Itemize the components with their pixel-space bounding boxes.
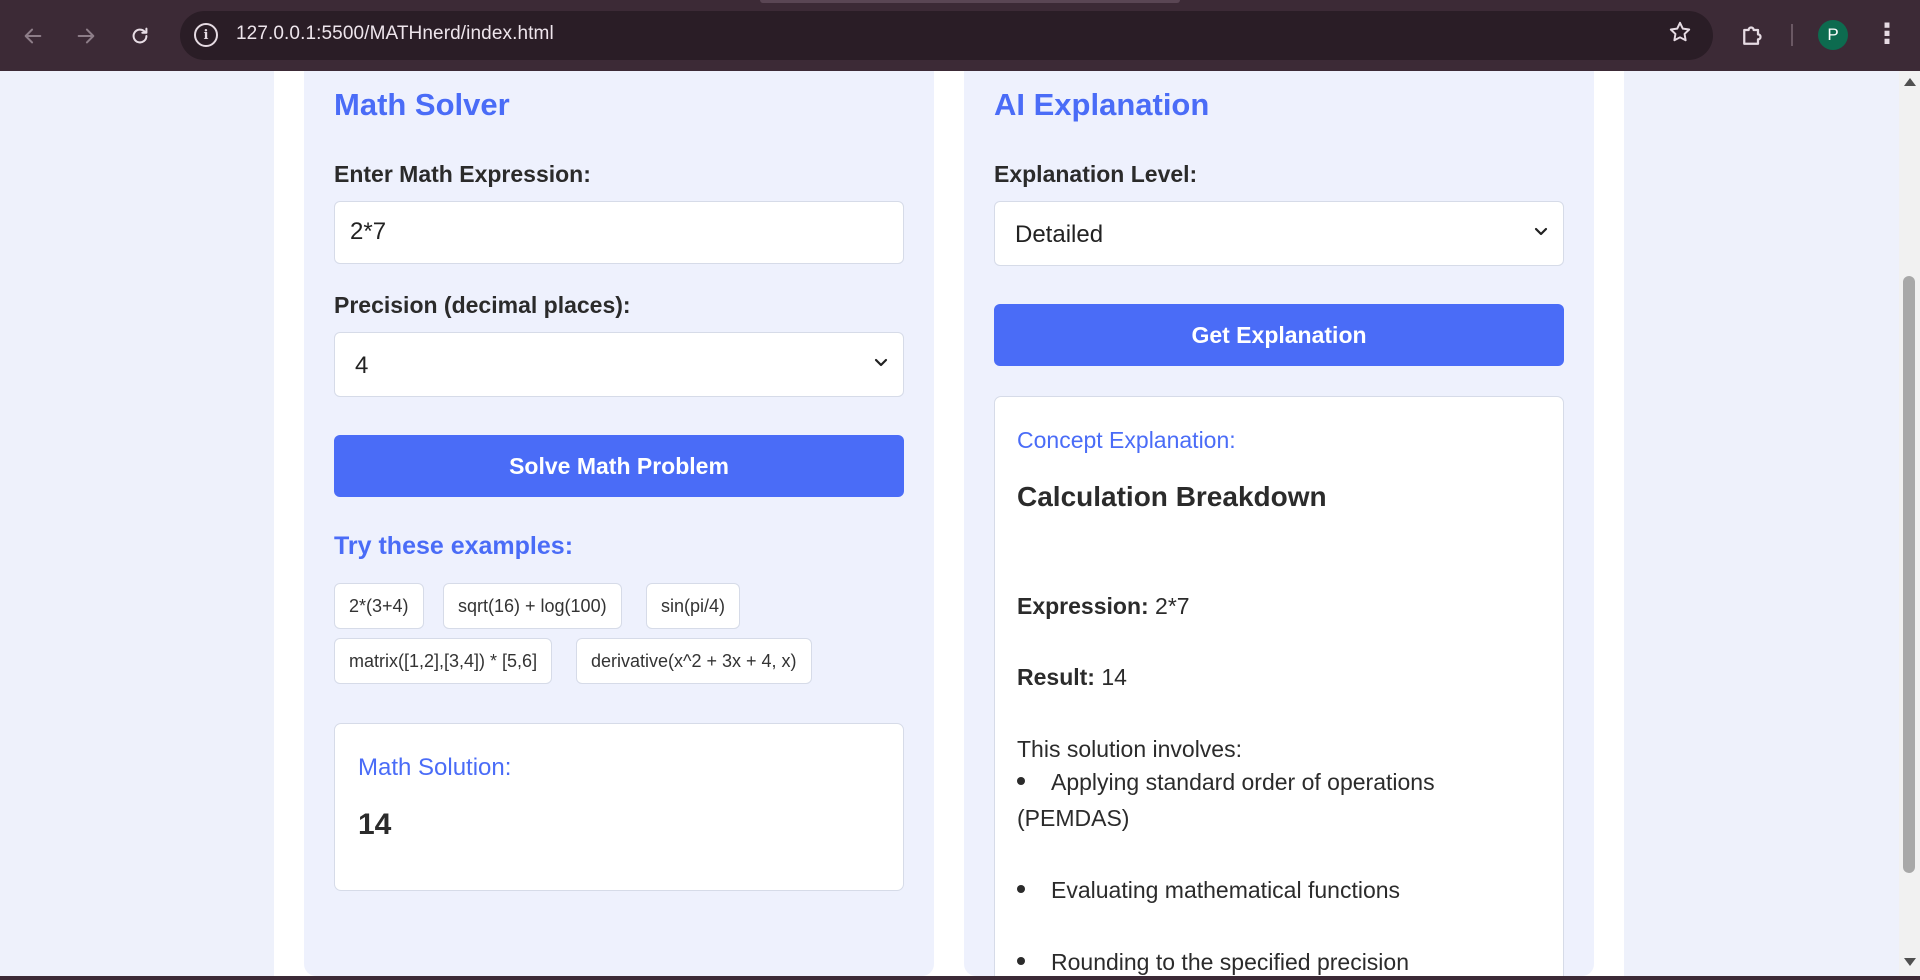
tab-strip-edge — [760, 0, 1180, 3]
browser-toolbar: i 127.0.0.1:5500/MATHnerd/index.html P ⋮ — [0, 0, 1920, 71]
ai-explanation-title: AI Explanation — [994, 87, 1210, 122]
result-value: 14 — [1101, 664, 1127, 690]
precision-select[interactable]: 4 — [334, 332, 904, 397]
ai-explanation-panel: AI Explanation Explanation Level: Detail… — [964, 71, 1594, 976]
concept-explanation-label: Concept Explanation: — [1017, 427, 1236, 453]
profile-avatar[interactable]: P — [1818, 20, 1848, 50]
explanation-level-label: Explanation Level: — [994, 161, 1198, 187]
scroll-down-arrow-icon[interactable] — [1904, 958, 1916, 966]
precision-selected-value: 4 — [355, 352, 369, 379]
example-chip[interactable]: sin(pi/4) — [646, 583, 741, 629]
reload-button[interactable] — [121, 17, 159, 55]
bookmark-star-icon[interactable] — [1667, 19, 1693, 52]
list-item: Applying standard order of operations (P… — [1017, 764, 1537, 836]
chevron-down-icon — [874, 358, 888, 367]
list-item-text: Applying standard order of operations (P… — [1017, 769, 1435, 831]
site-info-icon[interactable]: i — [194, 23, 218, 47]
more-menu-icon[interactable]: ⋮ — [1872, 17, 1902, 53]
solve-button[interactable]: Solve Math Problem — [334, 435, 904, 497]
app-container: Math Solver Enter Math Expression: 2*7 P… — [274, 71, 1624, 976]
concept-explanation-card: Concept Explanation: Calculation Breakdo… — [994, 396, 1564, 976]
math-solution-card: Math Solution: 14 — [334, 723, 904, 891]
math-solution-value: 14 — [358, 808, 392, 841]
math-solver-title: Math Solver — [334, 87, 510, 122]
page-viewport: Math Solver Enter Math Expression: 2*7 P… — [0, 71, 1899, 976]
expression-value: 2*7 — [1155, 593, 1190, 619]
scroll-up-arrow-icon[interactable] — [1904, 78, 1916, 86]
toolbar-divider — [1791, 24, 1793, 46]
expression-label: Enter Math Expression: — [334, 161, 591, 187]
result-line: Result: 14 — [1017, 664, 1127, 691]
address-bar[interactable]: i 127.0.0.1:5500/MATHnerd/index.html — [180, 11, 1713, 60]
example-chip[interactable]: sqrt(16) + log(100) — [443, 583, 622, 629]
list-item: Evaluating mathematical functions — [1017, 872, 1537, 908]
back-button[interactable] — [14, 17, 52, 55]
list-item-text: Rounding to the specified precision — [1051, 949, 1410, 975]
math-solver-panel: Math Solver Enter Math Expression: 2*7 P… — [304, 71, 934, 976]
precision-label: Precision (decimal places): — [334, 292, 631, 318]
scrollbar-thumb[interactable] — [1903, 276, 1915, 873]
expression-input[interactable]: 2*7 — [334, 201, 904, 264]
expression-line: Expression: 2*7 — [1017, 593, 1190, 620]
math-solution-label: Math Solution: — [358, 754, 512, 781]
examples-title: Try these examples: — [334, 532, 574, 560]
chevron-down-icon — [1534, 227, 1548, 236]
example-chip[interactable]: matrix([1,2],[3,4]) * [5,6] — [334, 638, 553, 684]
list-item-text: Evaluating mathematical functions — [1051, 877, 1401, 903]
get-explanation-button[interactable]: Get Explanation — [994, 304, 1564, 366]
page-scrollbar[interactable] — [1899, 71, 1920, 976]
explanation-heading: Calculation Breakdown — [1017, 481, 1327, 512]
example-chip[interactable]: derivative(x^2 + 3x + 4, x) — [576, 638, 812, 684]
back-arrow-icon — [24, 28, 42, 44]
list-item: Rounding to the specified precision — [1017, 944, 1537, 976]
bullet-dot — [1017, 957, 1025, 965]
forward-button[interactable] — [67, 17, 105, 55]
bullet-dot — [1017, 885, 1025, 893]
forward-arrow-icon — [77, 28, 95, 44]
solution-intro: This solution involves: — [1017, 736, 1242, 762]
expression-key: Expression: — [1017, 593, 1149, 619]
example-chip[interactable]: 2*(3+4) — [334, 583, 424, 629]
window-bottom-edge — [0, 976, 1920, 980]
explanation-level-value: Detailed — [1015, 221, 1104, 248]
reload-icon — [132, 27, 148, 44]
bullet-dot — [1017, 777, 1025, 785]
extensions-puzzle-icon[interactable] — [1738, 20, 1768, 50]
result-key: Result: — [1017, 664, 1095, 690]
url-text[interactable]: 127.0.0.1:5500/MATHnerd/index.html — [236, 23, 554, 45]
explanation-level-select[interactable]: Detailed — [994, 201, 1564, 266]
